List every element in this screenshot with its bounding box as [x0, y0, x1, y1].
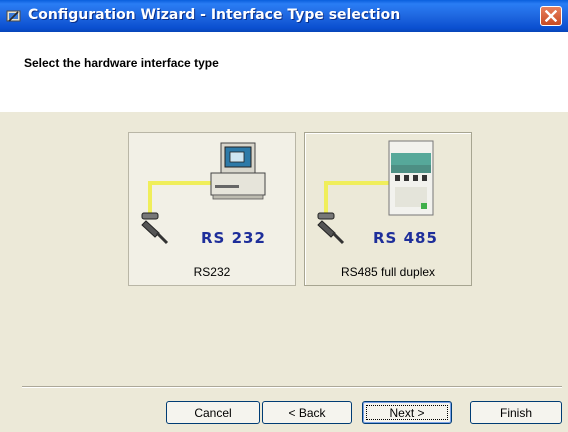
- rs232-image-text: RS 232: [201, 229, 266, 247]
- wizard-window: Configuration Wizard - Interface Type se…: [0, 0, 568, 432]
- cancel-button[interactable]: Cancel: [166, 401, 260, 424]
- serial-connector-icon: [141, 212, 169, 245]
- computer-icon: [210, 142, 266, 200]
- back-button-label: < Back: [288, 406, 326, 420]
- close-button[interactable]: [540, 6, 562, 26]
- close-icon: [545, 10, 557, 22]
- next-button[interactable]: Next >: [362, 401, 452, 424]
- separator: [22, 386, 562, 388]
- next-button-label: Next >: [389, 406, 425, 420]
- rs485-image-text: RS 485: [373, 229, 438, 247]
- option-label-rs232: RS232: [193, 265, 231, 279]
- wizard-icon: [6, 10, 21, 22]
- header-panel: Select the hardware interface type: [0, 32, 568, 112]
- finish-button[interactable]: Finish: [470, 401, 562, 424]
- window-title: Configuration Wizard - Interface Type se…: [28, 7, 401, 23]
- back-button[interactable]: < Back: [262, 401, 352, 424]
- title-bar[interactable]: Configuration Wizard - Interface Type se…: [0, 0, 568, 32]
- page-title: Select the hardware interface type: [24, 56, 219, 70]
- rs485-module-icon: [388, 140, 434, 216]
- finish-button-label: Finish: [499, 406, 532, 420]
- cancel-button-label: Cancel: [194, 406, 232, 420]
- option-label-rs485: RS485 full duplex: [340, 265, 436, 279]
- option-rs485[interactable]: RS 485 RS485 full duplex: [304, 132, 472, 286]
- serial-connector-icon: [317, 212, 345, 245]
- option-rs232[interactable]: RS 232 RS232: [128, 132, 296, 286]
